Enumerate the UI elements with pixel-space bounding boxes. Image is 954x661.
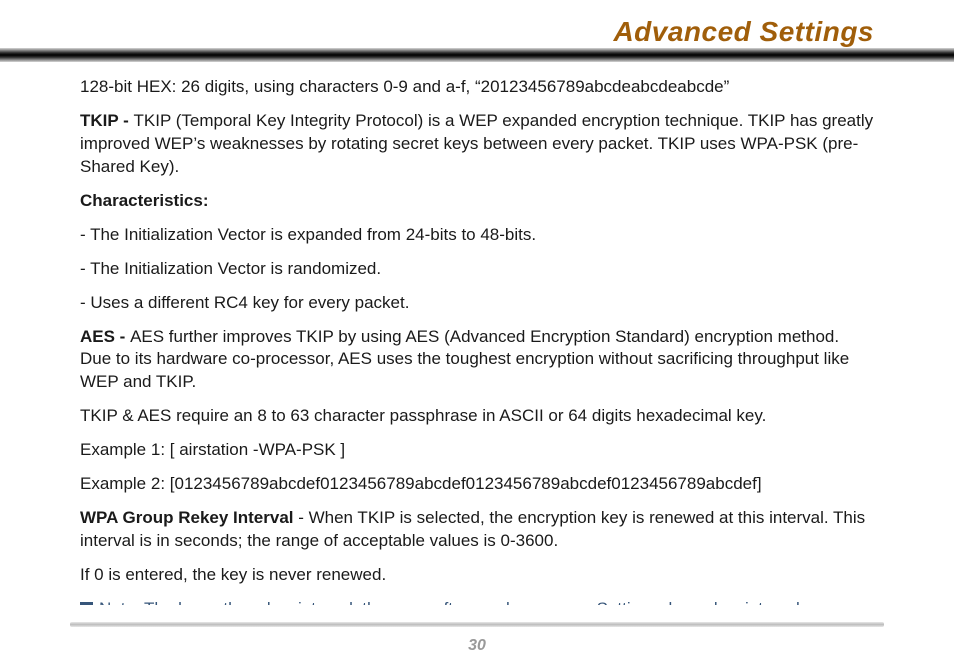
page-title: Advanced Settings bbox=[613, 16, 874, 48]
header-divider-band bbox=[0, 48, 954, 62]
characteristic-3: - Uses a different RC4 key for every pac… bbox=[80, 292, 874, 315]
rekey-paragraph: WPA Group Rekey Interval - When TKIP is … bbox=[80, 507, 874, 553]
note-text: Note: The lower the rekey interval, the … bbox=[80, 599, 837, 605]
tkip-label: TKIP - bbox=[80, 111, 134, 130]
passphrase-requirement: TKIP & AES require an 8 to 63 character … bbox=[80, 405, 874, 428]
document-page: Advanced Settings 128-bit HEX: 26 digits… bbox=[0, 0, 954, 661]
characteristic-1: - The Initialization Vector is expanded … bbox=[80, 224, 874, 247]
body-content: 128-bit HEX: 26 digits, using characters… bbox=[80, 76, 874, 605]
note-square-icon bbox=[80, 602, 93, 605]
characteristics-heading: Characteristics: bbox=[80, 190, 874, 213]
characteristic-2: - The Initialization Vector is randomize… bbox=[80, 258, 874, 281]
aes-text: AES further improves TKIP by using AES (… bbox=[80, 327, 849, 392]
rekey-label: WPA Group Rekey Interval bbox=[80, 508, 294, 527]
hex-line: 128-bit HEX: 26 digits, using characters… bbox=[80, 76, 874, 99]
note-line: Note: The lower the rekey interval, the … bbox=[80, 598, 874, 605]
example-2: Example 2: [0123456789abcdef0123456789ab… bbox=[80, 473, 874, 496]
example-1: Example 1: [ airstation -WPA-PSK ] bbox=[80, 439, 874, 462]
tkip-text: TKIP (Temporal Key Integrity Protocol) i… bbox=[80, 111, 873, 176]
aes-paragraph: AES - AES further improves TKIP by using… bbox=[80, 326, 874, 395]
aes-label: AES - bbox=[80, 327, 130, 346]
tkip-paragraph: TKIP - TKIP (Temporal Key Integrity Prot… bbox=[80, 110, 874, 179]
footer-divider-band bbox=[70, 622, 884, 627]
page-number: 30 bbox=[0, 637, 954, 655]
rekey-zero-line: If 0 is entered, the key is never renewe… bbox=[80, 564, 874, 587]
